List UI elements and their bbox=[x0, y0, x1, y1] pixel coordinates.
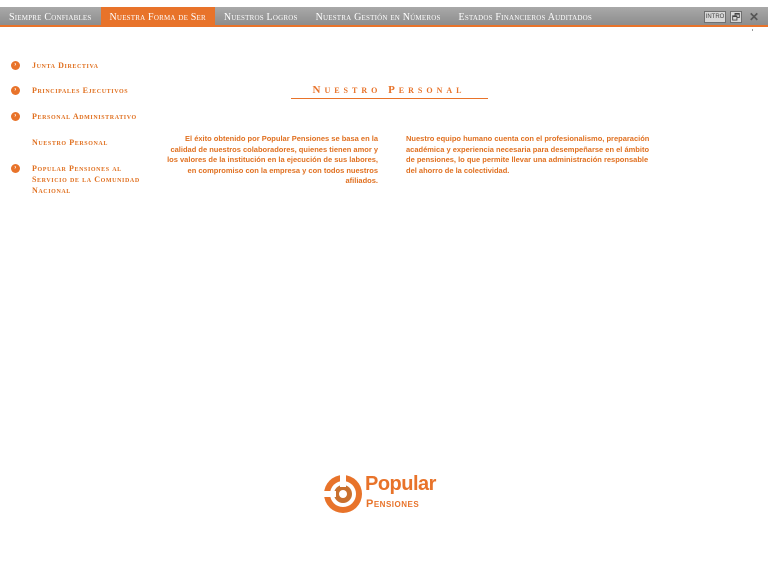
logo-word-pensiones: Pensiones bbox=[366, 498, 420, 510]
bullet-icon: › bbox=[11, 86, 20, 95]
intro-button[interactable]: INTRO bbox=[704, 11, 726, 23]
intro-paragraph-right: Nuestro equipo humano cuenta con el prof… bbox=[406, 134, 650, 175]
logo-word-popular: Popular bbox=[365, 473, 436, 495]
menu-item-principales-ejecutivos[interactable]: › Principales Ejecutivos bbox=[11, 85, 128, 96]
page-title: Nuestro Personal bbox=[312, 84, 466, 96]
menu-item-nuestro-personal[interactable]: Nuestro Personal bbox=[11, 137, 108, 148]
tab-nuestros-logros[interactable]: Nuestros Logros bbox=[215, 7, 307, 27]
menu-item-label: Principales Ejecutivos bbox=[32, 86, 129, 95]
top-navigation-bar: Siempre Confiables Nuestra Forma de Ser … bbox=[0, 7, 768, 27]
divider bbox=[752, 29, 753, 31]
menu-item-label: Junta Directiva bbox=[32, 61, 99, 70]
menu-item-personal-administrativo[interactable]: › Personal Administrativo bbox=[11, 111, 137, 122]
menu-item-junta-directiva[interactable]: › Junta Directiva bbox=[11, 60, 99, 71]
tab-estados-financieros[interactable]: Estados Financieros Auditados bbox=[450, 7, 601, 27]
menu-item-label: Personal Administrativo bbox=[32, 112, 137, 121]
close-icon[interactable]: ✕ bbox=[747, 11, 761, 23]
menu-item-servicio-comunidad[interactable]: › Popular Pensiones al Servicio de la Co… bbox=[11, 163, 151, 196]
bullet-icon: › bbox=[11, 112, 20, 121]
nav-tabs: Siempre Confiables Nuestra Forma de Ser … bbox=[0, 7, 601, 27]
menu-item-label: Popular Pensiones al Servicio de la Comu… bbox=[32, 164, 140, 195]
logo-mark-icon bbox=[324, 475, 362, 513]
tab-gestion-en-numeros[interactable]: Nuestra Gestión en Números bbox=[307, 7, 450, 27]
tab-siempre-confiables[interactable]: Siempre Confiables bbox=[0, 7, 101, 27]
bullet-icon: › bbox=[11, 61, 20, 70]
popular-pensiones-logo: Popular Pensiones bbox=[322, 472, 457, 516]
intro-paragraph-left: El éxito obtenido por Popular Pensiones … bbox=[167, 134, 378, 185]
menu-item-label: Nuestro Personal bbox=[32, 138, 108, 147]
bullet-icon: › bbox=[11, 164, 20, 173]
title-divider bbox=[291, 98, 488, 99]
restore-window-icon[interactable]: 🗗 bbox=[730, 11, 742, 23]
tab-nuestra-forma-de-ser[interactable]: Nuestra Forma de Ser bbox=[100, 7, 215, 27]
